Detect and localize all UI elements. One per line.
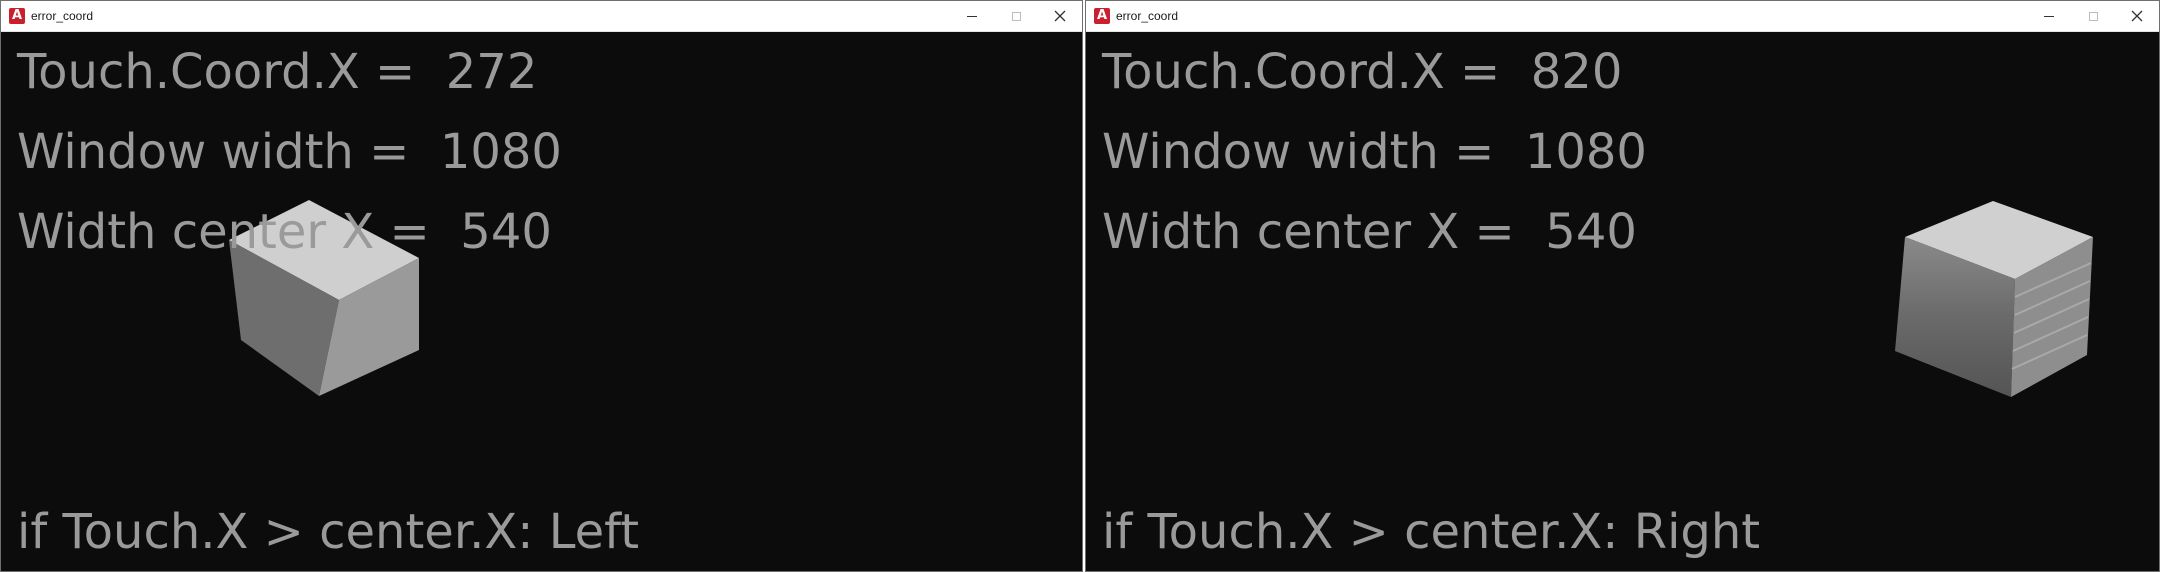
maximize-icon bbox=[2088, 11, 2098, 21]
width-center-label: Width center X = 540 bbox=[1102, 204, 1637, 260]
window-title: error_coord bbox=[1116, 9, 1179, 23]
maximize-icon bbox=[1011, 11, 1021, 21]
close-button[interactable] bbox=[1038, 1, 1082, 31]
maximize-button[interactable] bbox=[994, 1, 1038, 31]
touch-coord-x-label: Touch.Coord.X = 272 bbox=[17, 44, 538, 100]
minimize-button[interactable] bbox=[2027, 1, 2071, 31]
title-bar[interactable]: A error_coord bbox=[1, 1, 1082, 32]
window-left: A error_coord Touch.Coord.X = 272 Window… bbox=[0, 0, 1083, 572]
window-title: error_coord bbox=[31, 9, 94, 23]
window-right: A error_coord Touch.Coord.X = 820 Window… bbox=[1085, 0, 2160, 572]
direction-result-label: if Touch.X > center.X: Left bbox=[17, 504, 640, 560]
app-icon: A bbox=[9, 8, 25, 24]
touch-coord-x-label: Touch.Coord.X = 820 bbox=[1102, 44, 1623, 100]
window-width-label: Window width = 1080 bbox=[1102, 124, 1647, 180]
render-viewport[interactable]: Touch.Coord.X = 820 Window width = 1080 … bbox=[1086, 32, 2159, 571]
close-button[interactable] bbox=[2115, 1, 2159, 31]
cube-3d bbox=[1895, 201, 2093, 397]
minimize-button[interactable] bbox=[950, 1, 994, 31]
app-icon: A bbox=[1094, 8, 1110, 24]
minimize-icon bbox=[967, 15, 977, 17]
width-center-label: Width center X = 540 bbox=[17, 204, 552, 260]
direction-result-label: if Touch.X > center.X: Right bbox=[1102, 504, 1761, 560]
title-bar[interactable]: A error_coord bbox=[1086, 1, 2159, 32]
close-icon bbox=[2131, 10, 2143, 22]
maximize-button[interactable] bbox=[2071, 1, 2115, 31]
minimize-icon bbox=[2044, 15, 2054, 17]
window-width-label: Window width = 1080 bbox=[17, 124, 562, 180]
close-icon bbox=[1054, 10, 1066, 22]
render-viewport[interactable]: Touch.Coord.X = 272 Window width = 1080 … bbox=[1, 32, 1082, 571]
